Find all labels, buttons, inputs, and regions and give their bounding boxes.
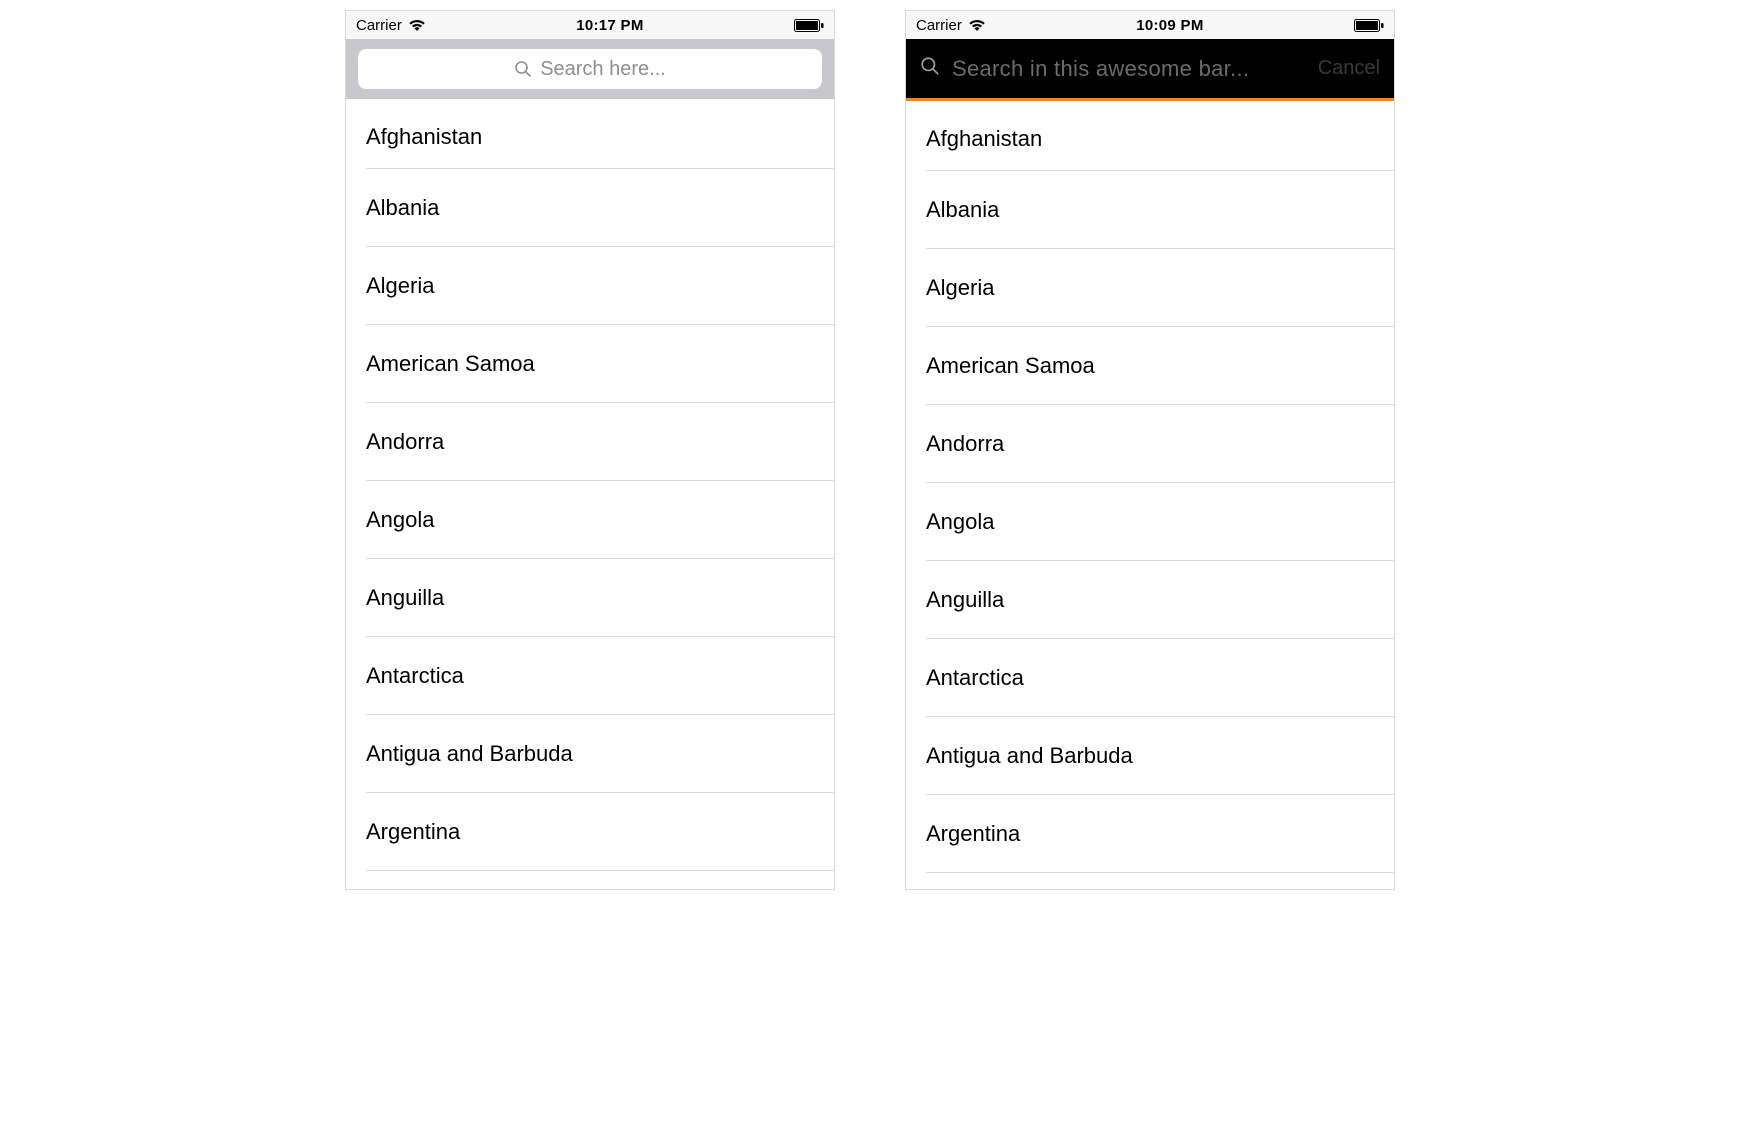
phone-left: Carrier 10:17 PM Search here... Afghanis… <box>345 10 835 890</box>
wifi-icon <box>968 19 986 32</box>
country-list[interactable]: Afghanistan Albania Algeria American Sam… <box>346 99 834 889</box>
list-item[interactable]: Angola <box>906 483 1394 561</box>
list-item[interactable]: Afghanistan <box>906 101 1394 171</box>
status-time: 10:09 PM <box>1136 17 1203 34</box>
list-item[interactable]: Andorra <box>346 403 834 481</box>
list-item-label: Andorra <box>926 431 1004 457</box>
status-time: 10:17 PM <box>576 17 643 34</box>
list-item-label: Antarctica <box>926 665 1024 691</box>
search-bar: Search in this awesome bar... Cancel <box>906 39 1394 101</box>
list-item[interactable]: Antigua and Barbuda <box>346 715 834 793</box>
search-placeholder: Search in this awesome bar... <box>952 56 1249 82</box>
list-item[interactable]: American Samoa <box>346 325 834 403</box>
list-item[interactable]: Argentina <box>906 795 1394 873</box>
search-bar: Search here... <box>346 39 834 99</box>
search-icon <box>514 60 532 78</box>
battery-icon <box>1354 19 1384 32</box>
status-bar: Carrier 10:17 PM <box>346 11 834 39</box>
status-bar: Carrier 10:09 PM <box>906 11 1394 39</box>
list-item[interactable]: Albania <box>906 171 1394 249</box>
search-input[interactable]: Search in this awesome bar... <box>920 56 1304 82</box>
status-right <box>1354 19 1384 32</box>
list-item-label: Albania <box>926 197 999 223</box>
list-item-label: Argentina <box>926 821 1020 847</box>
list-item[interactable]: Algeria <box>906 249 1394 327</box>
carrier-label: Carrier <box>916 17 962 34</box>
list-item-label: Andorra <box>366 429 444 455</box>
list-item-label: Antigua and Barbuda <box>366 741 573 767</box>
list-item-label: Anguilla <box>926 587 1004 613</box>
list-item[interactable]: Anguilla <box>906 561 1394 639</box>
status-left: Carrier <box>916 17 986 34</box>
list-item-label: Antarctica <box>366 663 464 689</box>
country-list[interactable]: Afghanistan Albania Algeria American Sam… <box>906 101 1394 889</box>
search-placeholder: Search here... <box>540 58 666 81</box>
list-item-label: American Samoa <box>926 353 1095 379</box>
list-item[interactable]: Antarctica <box>906 639 1394 717</box>
list-item-label: Afghanistan <box>366 124 482 150</box>
list-item-label: Afghanistan <box>926 126 1042 152</box>
list-item[interactable]: American Samoa <box>906 327 1394 405</box>
list-item-label: American Samoa <box>366 351 535 377</box>
list-item[interactable]: Anguilla <box>346 559 834 637</box>
list-item[interactable]: Albania <box>346 169 834 247</box>
carrier-label: Carrier <box>356 17 402 34</box>
list-item-label: Algeria <box>926 275 994 301</box>
list-item-label: Angola <box>926 509 995 535</box>
list-item[interactable]: Algeria <box>346 247 834 325</box>
search-icon <box>920 56 940 82</box>
list-item[interactable]: Andorra <box>906 405 1394 483</box>
battery-icon <box>794 19 824 32</box>
list-item-label: Angola <box>366 507 435 533</box>
status-right <box>794 19 824 32</box>
list-item-label: Anguilla <box>366 585 444 611</box>
list-item[interactable]: Angola <box>346 481 834 559</box>
search-input[interactable]: Search here... <box>358 49 822 89</box>
phone-right: Carrier 10:09 PM Search in this awesome … <box>905 10 1395 890</box>
list-item-label: Argentina <box>366 819 460 845</box>
list-item-label: Algeria <box>366 273 434 299</box>
cancel-button[interactable]: Cancel <box>1318 57 1380 80</box>
status-left: Carrier <box>356 17 426 34</box>
list-item[interactable]: Antigua and Barbuda <box>906 717 1394 795</box>
list-item[interactable]: Argentina <box>346 793 834 871</box>
list-item[interactable]: Afghanistan <box>346 99 834 169</box>
list-item[interactable]: Antarctica <box>346 637 834 715</box>
list-item-label: Albania <box>366 195 439 221</box>
wifi-icon <box>408 19 426 32</box>
list-item-label: Antigua and Barbuda <box>926 743 1133 769</box>
